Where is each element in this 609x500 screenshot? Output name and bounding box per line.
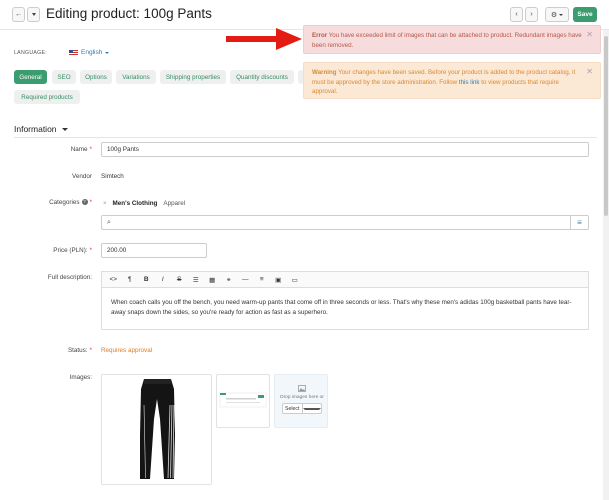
category-tag: × Men's Clothing Apparel bbox=[103, 200, 185, 207]
tab-general[interactable]: General bbox=[14, 70, 47, 84]
close-icon[interactable]: ✕ bbox=[586, 30, 593, 40]
chevron-left-icon: ‹ bbox=[515, 11, 518, 18]
product-image-thumbnail[interactable] bbox=[216, 374, 270, 428]
image-icon[interactable]: ▣ bbox=[270, 272, 287, 287]
language-label: LANGUAGE: bbox=[14, 50, 47, 56]
chevron-right-icon: › bbox=[530, 11, 533, 18]
red-arrow-annotation bbox=[226, 28, 302, 50]
settings-dropdown-button[interactable]: ⚙ bbox=[545, 7, 569, 22]
section-title: Information bbox=[14, 124, 57, 134]
name-input[interactable]: 100g Pants bbox=[101, 142, 589, 157]
category-main: Men's Clothing bbox=[112, 200, 158, 207]
language-value: English bbox=[81, 49, 103, 56]
save-button[interactable]: Save bbox=[573, 7, 597, 22]
video-icon[interactable]: ▭ bbox=[287, 272, 304, 287]
price-label: Price (PLN): * bbox=[53, 247, 92, 254]
category-sub: Apparel bbox=[163, 200, 186, 207]
tab-required-products[interactable]: Required products bbox=[14, 90, 80, 104]
tab-seo[interactable]: SEO bbox=[52, 70, 76, 84]
select-label: Select bbox=[285, 405, 300, 412]
back-arrow-icon: ← bbox=[15, 11, 22, 18]
tab-quantity-discounts[interactable]: Quantity discounts bbox=[230, 70, 294, 84]
scrollbar[interactable] bbox=[603, 30, 609, 500]
error-title: Error bbox=[312, 32, 328, 39]
images-label: Images: bbox=[69, 374, 92, 381]
approval-link[interactable]: this link bbox=[459, 79, 480, 86]
remove-category-icon[interactable]: × bbox=[103, 201, 107, 207]
caret-down-icon bbox=[31, 13, 36, 16]
error-text: You have exceeded limit of images that c… bbox=[312, 32, 582, 49]
align-icon[interactable]: ≡ bbox=[254, 272, 271, 287]
caret-down-icon[interactable] bbox=[301, 404, 321, 413]
caret-down-icon bbox=[559, 13, 564, 16]
product-image-main[interactable] bbox=[101, 374, 212, 485]
paragraph-icon[interactable]: ¶ bbox=[122, 272, 139, 287]
caret-down-icon bbox=[61, 127, 68, 131]
vendor-value: Simtech bbox=[101, 173, 124, 180]
category-search-input[interactable]: ⌕ ≡ bbox=[101, 215, 589, 230]
image-placeholder-icon bbox=[298, 385, 306, 392]
language-selector[interactable]: English bbox=[69, 49, 110, 56]
status-label: Status: * bbox=[67, 347, 92, 354]
editor-toolbar: <> ¶ B I S ☰ ▦ ⚭ — ≡ ▣ ▭ bbox=[101, 271, 589, 288]
caret-down-icon bbox=[105, 51, 110, 54]
help-icon[interactable]: ? bbox=[81, 199, 88, 206]
table-icon[interactable]: ▦ bbox=[204, 272, 221, 287]
dropzone-text: Drop images here or bbox=[280, 395, 324, 400]
pants-image bbox=[140, 379, 175, 479]
close-icon[interactable]: ✕ bbox=[586, 67, 593, 77]
search-icon: ⌕ bbox=[107, 218, 111, 226]
vendor-label: Vendor bbox=[72, 173, 92, 180]
image-select-button[interactable]: Select bbox=[282, 403, 322, 414]
bold-icon[interactable]: B bbox=[138, 272, 155, 287]
price-input[interactable]: 200.00 bbox=[101, 243, 207, 258]
code-view-icon[interactable]: <> bbox=[105, 272, 122, 287]
warning-notification: Warning Your changes have been saved. Be… bbox=[303, 62, 601, 99]
gear-icon: ⚙ bbox=[550, 11, 558, 19]
back-button[interactable]: ← bbox=[12, 7, 25, 22]
tab-shipping-properties[interactable]: Shipping properties bbox=[160, 70, 226, 84]
image-dropzone[interactable]: Drop images here or Select bbox=[274, 374, 328, 428]
italic-icon[interactable]: I bbox=[155, 272, 172, 287]
horizontal-rule-icon[interactable]: — bbox=[237, 272, 254, 287]
tab-variations[interactable]: Variations bbox=[116, 70, 156, 84]
description-label: Full description: bbox=[47, 274, 92, 281]
tab-options[interactable]: Options bbox=[80, 70, 112, 84]
back-dropdown-button[interactable] bbox=[27, 7, 40, 22]
prev-product-button[interactable]: ‹ bbox=[510, 7, 523, 22]
list-icon[interactable]: ≡ bbox=[570, 216, 588, 229]
strikethrough-icon[interactable]: S bbox=[171, 272, 188, 287]
description-editor[interactable]: When coach calls you off the bench, you … bbox=[101, 288, 589, 330]
bullet-list-icon[interactable]: ☰ bbox=[188, 272, 205, 287]
section-information-toggle[interactable]: Information bbox=[14, 124, 68, 134]
us-flag-icon bbox=[69, 49, 78, 56]
link-icon[interactable]: ⚭ bbox=[221, 272, 238, 287]
error-notification: Error You have exceeded limit of images … bbox=[303, 25, 601, 54]
page-title: Editing product: 100g Pants bbox=[46, 6, 212, 21]
section-divider bbox=[14, 137, 597, 138]
screenshot-thumbnail bbox=[219, 392, 267, 408]
name-label: Name * bbox=[70, 146, 92, 153]
status-value: Requires approval bbox=[101, 347, 153, 354]
next-product-button[interactable]: › bbox=[525, 7, 538, 22]
warning-title: Warning bbox=[312, 69, 337, 76]
categories-label: Categories? * bbox=[49, 199, 92, 206]
